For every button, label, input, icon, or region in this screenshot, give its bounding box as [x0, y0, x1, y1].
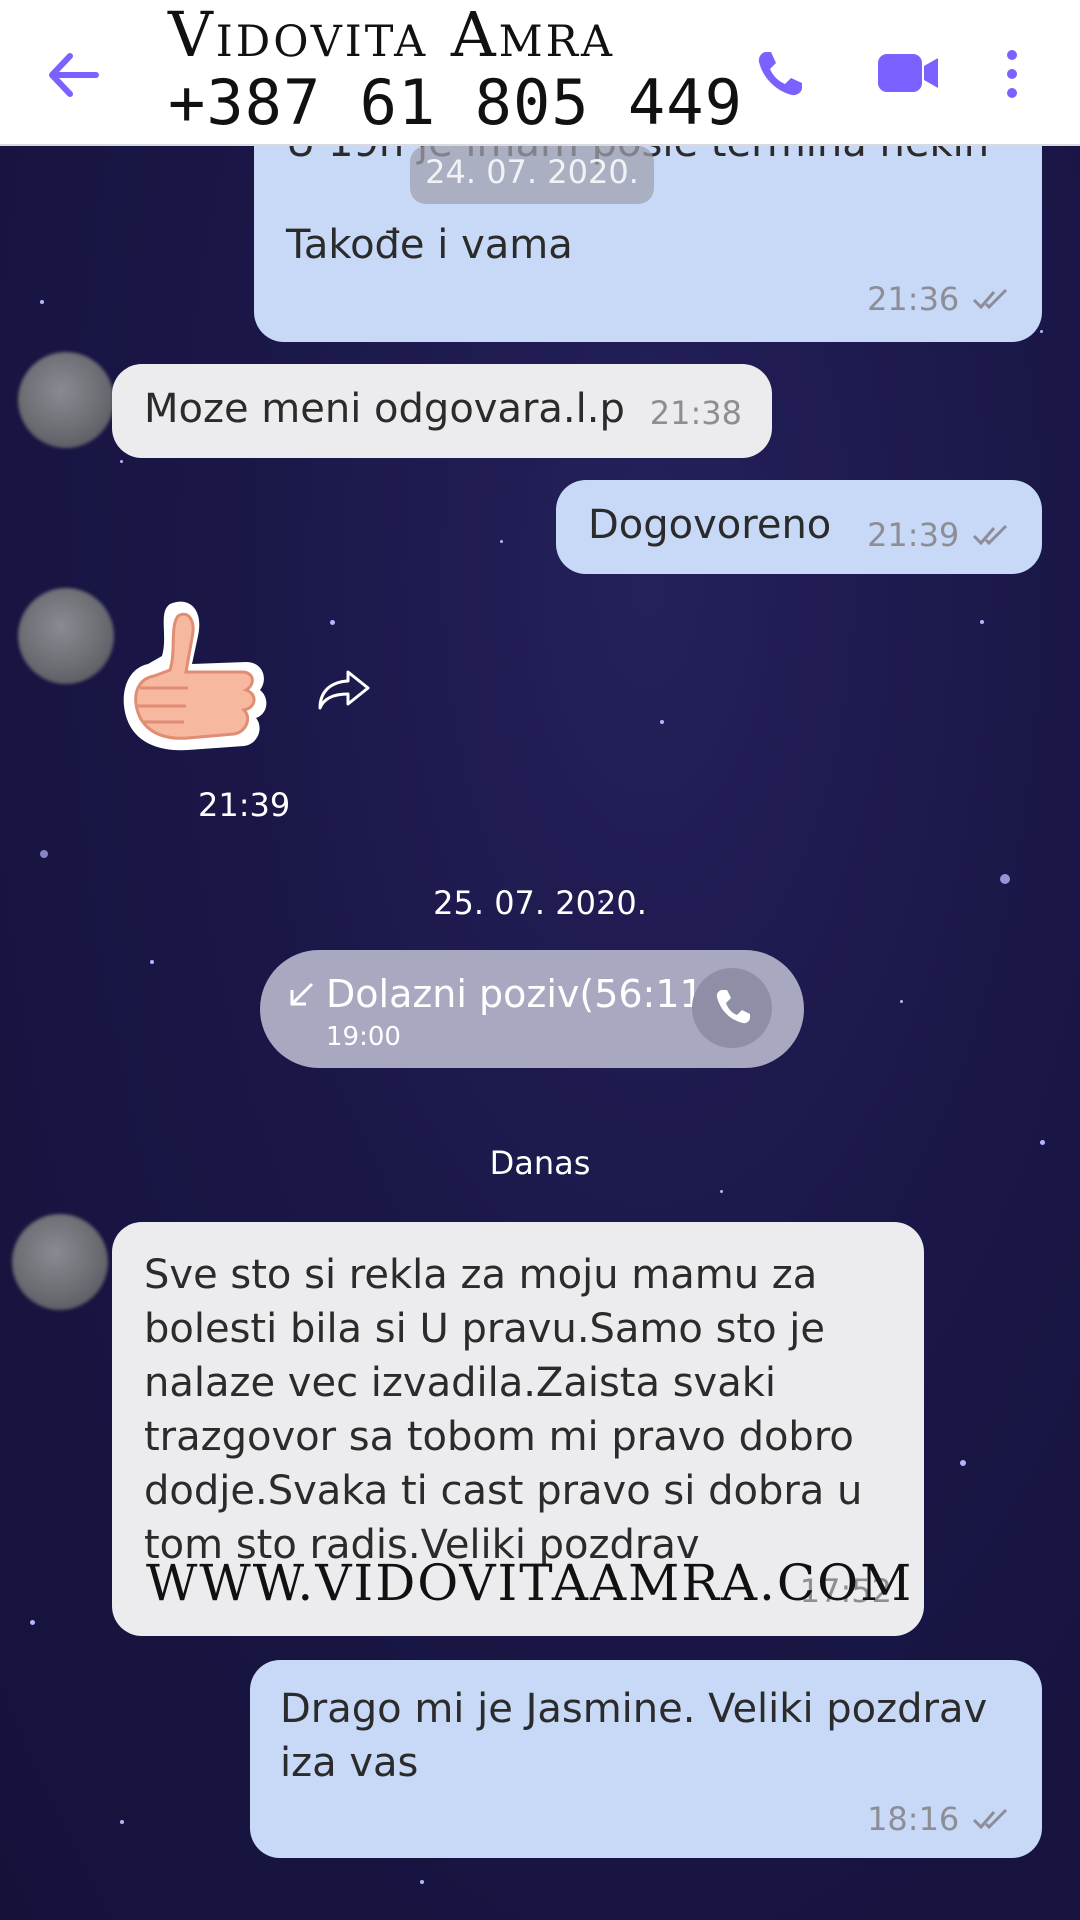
message-time: 21:36: [867, 280, 960, 318]
more-vertical-icon: [1007, 50, 1017, 98]
double-check-icon: [972, 524, 1008, 546]
contact-name: Vidovita Amra: [168, 0, 616, 71]
call-label: Dolazni poziv(56:11): [326, 972, 719, 1016]
share-forward-icon: [318, 670, 370, 710]
incoming-call-item[interactable]: Dolazni poziv(56:11) 19:00: [260, 950, 804, 1068]
date-separator: 24. 07. 2020.: [410, 146, 654, 204]
share-button[interactable]: [316, 668, 372, 712]
website-watermark: WWW.VIDOVITAAMRA.COM: [146, 1554, 914, 1612]
message-outgoing[interactable]: Dogovoreno 21:39: [556, 480, 1042, 574]
message-time: 21:38: [649, 394, 742, 432]
message-text: Sve sto si rekla za moju mamu za bolesti…: [144, 1252, 863, 1568]
call-time: 19:00: [326, 1022, 401, 1052]
phone-icon: [758, 52, 802, 96]
message-outgoing[interactable]: Drago mi je Jasmine. Veliki pozdrav iza …: [250, 1660, 1042, 1858]
contact-phone: +387 61 805 449: [168, 66, 743, 139]
message-text: Takođe i vama: [286, 222, 573, 268]
avatar[interactable]: [12, 1214, 108, 1310]
message-incoming[interactable]: Moze meni odgovara.l.p 21:38: [112, 364, 772, 458]
more-options-button[interactable]: [1000, 48, 1024, 100]
video-camera-icon: [878, 54, 938, 92]
message-text: Dogovoreno: [588, 502, 832, 548]
arrow-left-icon: [49, 53, 99, 97]
message-text: Moze meni odgovara.l.p: [144, 386, 625, 432]
call-back-button[interactable]: [692, 968, 772, 1048]
double-check-icon: [972, 288, 1008, 310]
avatar[interactable]: [18, 588, 114, 684]
message-time: 21:39: [867, 516, 960, 554]
back-button[interactable]: [44, 50, 104, 100]
thumbs-up-icon: [123, 601, 267, 751]
double-check-icon: [972, 1808, 1008, 1830]
message-text: Drago mi je Jasmine. Veliki pozdrav iza …: [280, 1686, 988, 1786]
message-meta: 18:16: [867, 1794, 1012, 1840]
sticker-time: 21:39: [198, 786, 291, 824]
phone-icon: [716, 990, 750, 1024]
avatar[interactable]: [18, 352, 114, 448]
video-call-button[interactable]: [876, 48, 942, 98]
sticker-message[interactable]: [118, 596, 278, 762]
message-meta: 21:36: [867, 274, 1012, 320]
contact-title[interactable]: Vidovita Amra +387 61 805 449: [168, 2, 743, 138]
message-time: 18:16: [867, 1800, 960, 1838]
incoming-call-arrow-icon: [290, 982, 314, 1006]
chat-header: Vidovita Amra +387 61 805 449: [0, 0, 1080, 146]
date-separator: Danas: [489, 1144, 591, 1182]
voice-call-button[interactable]: [754, 48, 806, 100]
message-meta: 21:39: [867, 510, 1012, 556]
date-separator: 25. 07. 2020.: [433, 884, 647, 922]
